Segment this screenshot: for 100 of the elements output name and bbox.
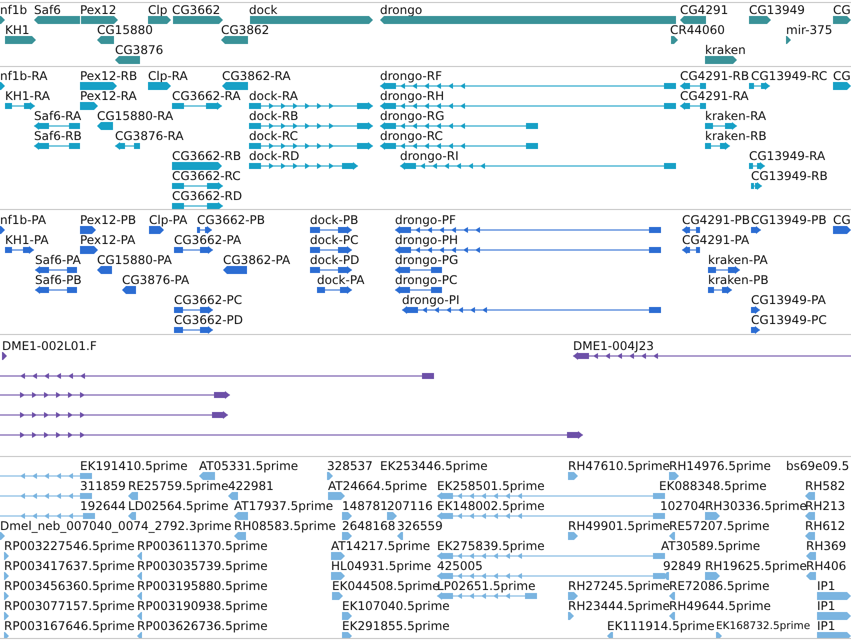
feature-glyph[interactable] — [0, 372, 434, 380]
feature-glyph[interactable] — [380, 122, 538, 130]
feature-glyph[interactable] — [34, 142, 80, 150]
feature-glyph[interactable] — [149, 226, 164, 234]
feature-glyph[interactable] — [317, 286, 352, 294]
feature-glyph[interactable] — [2, 352, 7, 360]
feature-glyph[interactable] — [749, 16, 771, 24]
feature-glyph[interactable] — [749, 162, 765, 170]
feature-glyph[interactable] — [833, 226, 851, 234]
feature-label: CG13949-PA — [751, 294, 826, 306]
feature-glyph[interactable] — [671, 36, 678, 44]
feature-glyph[interactable] — [34, 122, 80, 130]
feature-glyph[interactable] — [310, 226, 352, 234]
feature-glyph[interactable] — [97, 266, 112, 274]
feature-glyph[interactable] — [751, 182, 762, 190]
feature-glyph[interactable] — [0, 82, 5, 90]
feature-label: CG3662-PB — [197, 214, 266, 226]
feature-glyph[interactable] — [708, 266, 740, 274]
feature-glyph[interactable] — [174, 306, 213, 314]
feature-glyph[interactable] — [249, 142, 373, 150]
feature-glyph[interactable] — [751, 326, 760, 334]
feature-label: RH08583.5prime — [234, 520, 336, 532]
feature-glyph[interactable] — [0, 411, 228, 419]
feature-glyph[interactable] — [380, 142, 538, 150]
feature-glyph[interactable] — [400, 162, 676, 170]
feature-glyph[interactable] — [5, 246, 34, 254]
feature-glyph[interactable] — [197, 226, 212, 234]
feature-glyph[interactable] — [172, 202, 223, 209]
feature-glyph[interactable] — [705, 56, 737, 64]
feature-glyph[interactable] — [5, 102, 35, 110]
feature-glyph[interactable] — [395, 226, 661, 234]
feature-glyph[interactable] — [749, 82, 770, 90]
feature-glyph[interactable] — [148, 82, 171, 90]
feature-glyph[interactable] — [680, 82, 706, 90]
feature-glyph[interactable] — [751, 226, 761, 234]
feature-glyph[interactable] — [172, 162, 222, 170]
feature-glyph[interactable] — [0, 16, 5, 24]
feature-glyph[interactable] — [708, 286, 732, 294]
feature-glyph[interactable] — [0, 226, 5, 234]
feature-label: LD02564.5prime — [128, 500, 229, 512]
feature-glyph[interactable] — [81, 16, 118, 24]
feature-glyph[interactable] — [97, 36, 114, 44]
feature-glyph[interactable] — [174, 246, 213, 254]
feature-glyph[interactable] — [221, 36, 248, 44]
feature-label: drongo-RH — [380, 90, 444, 102]
feature-label: 425005 — [437, 560, 483, 572]
feature-glyph[interactable] — [395, 286, 442, 294]
feature-glyph[interactable] — [380, 82, 676, 90]
feature-glyph[interactable] — [705, 122, 737, 130]
feature-glyph[interactable] — [380, 102, 676, 110]
feature-glyph[interactable] — [0, 431, 583, 439]
feature-glyph[interactable] — [682, 246, 700, 254]
feature-glyph[interactable] — [222, 82, 248, 90]
feature-glyph[interactable] — [34, 16, 80, 24]
feature-glyph[interactable] — [173, 16, 223, 24]
feature-glyph[interactable] — [0, 391, 230, 399]
feature-glyph[interactable] — [80, 102, 98, 110]
feature-label: RH582 — [805, 480, 846, 492]
feature-glyph[interactable] — [573, 352, 851, 360]
feature-glyph[interactable] — [97, 122, 113, 130]
feature-glyph[interactable] — [395, 266, 442, 274]
feature-glyph[interactable] — [680, 16, 706, 24]
feature-glyph[interactable] — [249, 122, 373, 130]
feature-glyph[interactable] — [223, 266, 247, 274]
feature-glyph[interactable] — [310, 246, 352, 254]
feature-glyph[interactable] — [786, 36, 791, 44]
feature-label: 148781 — [342, 500, 388, 512]
feature-glyph[interactable] — [249, 162, 358, 170]
feature-glyph[interactable] — [115, 56, 140, 64]
feature-glyph[interactable] — [174, 326, 213, 334]
feature-glyph[interactable] — [249, 102, 373, 110]
feature-label: 422981 — [228, 480, 274, 492]
feature-label: EK088348.5prime — [659, 480, 767, 492]
feature-label: Pex12-PA — [80, 234, 136, 246]
feature-glyph[interactable] — [395, 246, 661, 254]
feature-glyph[interactable] — [833, 16, 851, 24]
feature-label: RE72086.5prime — [669, 580, 770, 592]
feature-glyph[interactable] — [35, 266, 77, 274]
feature-glyph[interactable] — [80, 226, 96, 234]
feature-glyph[interactable] — [5, 36, 36, 44]
feature-glyph[interactable] — [122, 286, 136, 294]
feature-glyph[interactable] — [705, 142, 730, 150]
feature-glyph[interactable] — [35, 286, 77, 294]
feature-glyph[interactable] — [682, 226, 700, 234]
feature-glyph[interactable] — [80, 82, 117, 90]
feature-glyph[interactable] — [80, 246, 98, 254]
feature-glyph[interactable] — [172, 182, 223, 190]
feature-glyph[interactable] — [402, 306, 661, 314]
feature-label: EK191410.5prime — [80, 460, 188, 472]
feature-label: kraken-PA — [708, 254, 768, 266]
feature-glyph[interactable] — [310, 266, 352, 274]
feature-label: CG4291-PA — [682, 234, 750, 246]
feature-label: CG3662-PD — [174, 314, 244, 326]
feature-glyph[interactable] — [680, 102, 706, 110]
feature-glyph[interactable] — [751, 306, 760, 314]
feature-glyph[interactable] — [115, 142, 140, 150]
feature-glyph[interactable] — [148, 16, 171, 24]
feature-glyph[interactable] — [833, 82, 851, 90]
feature-glyph[interactable] — [172, 102, 222, 110]
feature-label: CG3662-PA — [174, 234, 242, 246]
